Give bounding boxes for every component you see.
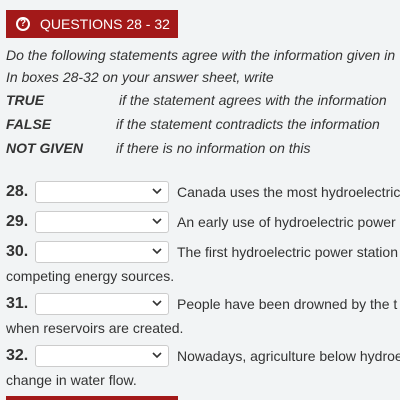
legend-row-true: TRUE if the statement agrees with the in…: [6, 88, 400, 112]
question-number: 31.: [6, 295, 29, 312]
question-number: 28.: [6, 183, 29, 200]
question-number: 32.: [6, 347, 29, 364]
legend-desc: if there is no information on this: [116, 140, 311, 156]
legend-key: NOT GIVEN: [6, 140, 84, 156]
legend-row-false: FALSE if the statement contradicts the i…: [6, 112, 400, 136]
question-text-continued: change in water flow.: [6, 372, 137, 388]
chevron-down-icon: [152, 188, 162, 195]
question-28: 28. Canada uses the most hydroelectric: [6, 180, 400, 204]
question-text: People have been drowned by the t: [177, 296, 398, 312]
answer-dropdown[interactable]: [35, 345, 169, 367]
legend-desc: if the statement agrees with the informa…: [119, 92, 387, 108]
header-title: QUESTIONS 28 - 32: [40, 16, 170, 32]
questions-header: ? QUESTIONS 28 - 32: [6, 10, 178, 38]
instruction-line-2: In boxes 28-32 on your answer sheet, wri…: [6, 69, 274, 85]
question-32: 32. Nowadays, agriculture below hydroe c…: [6, 344, 400, 388]
question-text-continued: competing energy sources.: [6, 268, 175, 284]
question-number: 29.: [6, 213, 29, 230]
question-text: Nowadays, agriculture below hydroe: [177, 348, 400, 364]
page: ? QUESTIONS 28 - 32 Do the following sta…: [0, 0, 400, 400]
question-text: An early use of hydroelectric power: [177, 214, 396, 230]
answer-dropdown[interactable]: [35, 293, 169, 315]
answer-dropdown[interactable]: [35, 211, 169, 233]
question-text: The first hydroelectric power station: [177, 244, 398, 260]
legend-row-not-given: NOT GIVEN if there is no information on …: [6, 136, 400, 160]
question-number: 30.: [6, 243, 29, 260]
chevron-down-icon: [152, 352, 162, 359]
legend-desc: if the statement contradicts the informa…: [116, 116, 380, 132]
legend-key: FALSE: [6, 116, 52, 132]
question-30: 30. The first hydroelectric power statio…: [6, 240, 400, 284]
chevron-down-icon: [152, 218, 162, 225]
instructions: Do the following statements agree with t…: [6, 44, 400, 160]
question-text-continued: when reservoirs are created.: [6, 320, 184, 336]
chevron-down-icon: [152, 300, 162, 307]
next-section-header: [6, 396, 178, 400]
answer-dropdown[interactable]: [35, 241, 169, 263]
legend-key: TRUE: [6, 92, 45, 108]
answer-dropdown[interactable]: [35, 181, 169, 203]
instruction-line-1: Do the following statements agree with t…: [6, 47, 396, 63]
chevron-down-icon: [152, 248, 162, 255]
question-circle-icon: ?: [16, 17, 30, 31]
question-31: 31. People have been drowned by the t wh…: [6, 292, 400, 336]
question-29: 29. An early use of hydroelectric power: [6, 210, 400, 234]
question-text: Canada uses the most hydroelectric: [177, 184, 400, 200]
